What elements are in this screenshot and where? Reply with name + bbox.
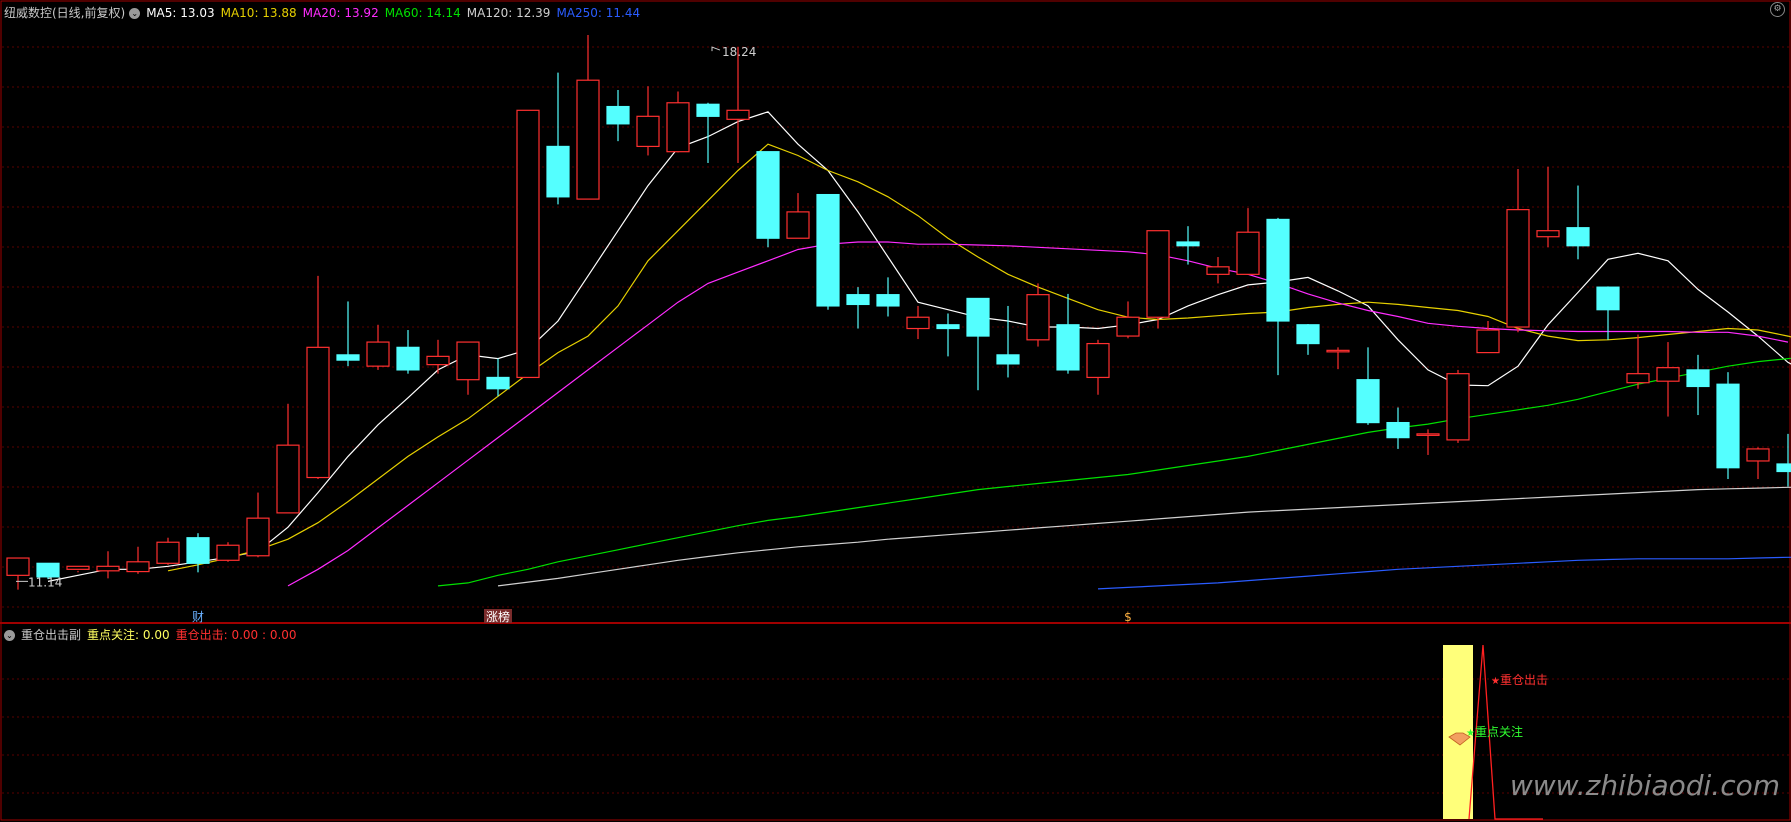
candle-body[interactable] [546, 145, 570, 198]
ma-line-ma5 [47, 111, 1791, 582]
focus-label: 重点关注 [1475, 724, 1523, 739]
candle-body[interactable] [996, 354, 1020, 365]
candle-body[interactable] [156, 541, 180, 564]
candle-body[interactable] [66, 565, 90, 570]
candle-body[interactable] [576, 79, 600, 200]
strike-label: 重仓出击 [1500, 673, 1548, 687]
high-marker-arrow [711, 46, 721, 52]
candle-body[interactable] [1206, 266, 1230, 275]
stock-title: 纽威数控(日线,前复权) [4, 6, 126, 20]
sub-chart-header: ⌄ 重仓出击副 重点关注: 0.00 重仓出击: 0.00 : 0.00 [4, 626, 303, 643]
strike-value: 重仓出击: 0.00 : 0.00 [175, 628, 297, 642]
candle-body[interactable] [126, 561, 150, 573]
kline-chart[interactable]: 18.2411.14财 涨榜 $★ 重仓出击★ 重点关注www.zhibiaodi.co… [0, 0, 1791, 822]
candle-body[interactable] [486, 376, 510, 390]
candle-body[interactable] [456, 341, 480, 381]
candle-body[interactable] [1296, 324, 1320, 345]
candle-body[interactable] [696, 103, 720, 117]
candle-body[interactable] [246, 517, 270, 557]
candle-body[interactable] [1596, 286, 1620, 311]
candle-body[interactable] [396, 346, 420, 371]
candle-body[interactable] [846, 294, 870, 306]
watermark-text: www.zhibiaodi.com [1510, 769, 1780, 802]
candle-body[interactable] [1506, 209, 1530, 328]
candle-body[interactable] [606, 105, 630, 125]
candle-body[interactable] [276, 444, 300, 514]
candle-body[interactable] [1326, 349, 1350, 353]
candle-body[interactable] [216, 544, 240, 561]
candle-body[interactable] [1776, 463, 1791, 473]
candle-body[interactable] [516, 109, 540, 379]
low-price-label: 11.14 [28, 575, 62, 589]
candle-body[interactable] [936, 324, 960, 330]
candle-body[interactable] [1476, 329, 1500, 354]
candle-body[interactable] [1566, 227, 1590, 247]
candle-body[interactable] [966, 297, 990, 337]
candle-body[interactable] [1176, 241, 1200, 247]
candle-body[interactable] [786, 211, 810, 239]
candle-body[interactable] [1026, 294, 1050, 341]
candle-body[interactable] [1686, 369, 1710, 388]
candle-body[interactable] [1446, 373, 1470, 441]
high-price-label: 18.24 [722, 45, 756, 59]
candle-body[interactable] [96, 565, 120, 572]
settings-icon[interactable]: ⚙ [1770, 2, 1785, 17]
candle-body[interactable] [1746, 448, 1770, 462]
ma-label: MA60: 14.14 [384, 6, 461, 20]
candle-body[interactable] [1236, 231, 1260, 275]
candle-body[interactable] [816, 193, 840, 307]
focus-value: 重点关注: 0.00 [87, 628, 170, 642]
candle-body[interactable] [876, 294, 900, 307]
strike-star-icon: ★ [1491, 676, 1500, 687]
ma-label: MA10: 13.88 [220, 6, 297, 20]
ma-label: MA250: 11.44 [556, 6, 641, 20]
candle-body[interactable] [1056, 324, 1080, 371]
collapse-icon[interactable]: ⌄ [4, 630, 15, 641]
candle-body[interactable] [1656, 367, 1680, 382]
stock-chart-window: 18.24 11.14 财涨榜 $ ★ 重仓出击 ★ 重点关注 www.zhibiaodi.co… [0, 0, 1791, 822]
candle-body[interactable] [336, 354, 360, 361]
ma-line-ma250 [1097, 556, 1791, 590]
candle-body[interactable] [1266, 218, 1290, 322]
candle-body[interactable] [1716, 383, 1740, 469]
indicator-name: 重仓出击副 [21, 628, 82, 642]
ma-line-ma60 [437, 357, 1791, 587]
candle-body[interactable] [666, 102, 690, 153]
ma-label: MA120: 12.39 [466, 6, 551, 20]
candle-body[interactable] [6, 557, 30, 576]
candle-body[interactable] [726, 109, 750, 120]
candle-body[interactable] [306, 346, 330, 479]
ma-label: MA5: 13.03 [146, 6, 215, 20]
candle-body[interactable] [366, 341, 390, 367]
candle-body[interactable] [756, 151, 780, 239]
main-chart-header: 纽威数控(日线,前复权) ⌄ MA5: 13.03 MA10: 13.88 MA20: … [4, 4, 646, 21]
ma-line-ma120 [497, 486, 1791, 587]
candle-body[interactable] [1356, 379, 1380, 424]
event-marker: $ [1124, 610, 1132, 624]
ma-label: MA20: 13.92 [302, 6, 379, 20]
event-marker: 涨榜 [486, 609, 510, 624]
event-marker: 财 [192, 610, 204, 624]
candle-body[interactable] [1116, 316, 1140, 337]
candle-body[interactable] [186, 537, 210, 564]
candle-body[interactable] [1146, 230, 1170, 318]
ma-legend: MA5: 13.03 MA10: 13.88 MA20: 13.92 MA60: 14… [146, 6, 646, 20]
candle-body[interactable] [906, 316, 930, 330]
candle-body[interactable] [1536, 230, 1560, 238]
chart-frame [0, 0, 1791, 821]
candle-body[interactable] [1386, 421, 1410, 439]
candle-body[interactable] [636, 115, 660, 148]
candle-body[interactable] [1086, 342, 1110, 379]
collapse-icon[interactable]: ⌄ [129, 8, 141, 19]
candle-body[interactable] [426, 355, 450, 366]
candle-body[interactable] [1416, 433, 1440, 436]
candle-body[interactable] [1626, 373, 1650, 384]
